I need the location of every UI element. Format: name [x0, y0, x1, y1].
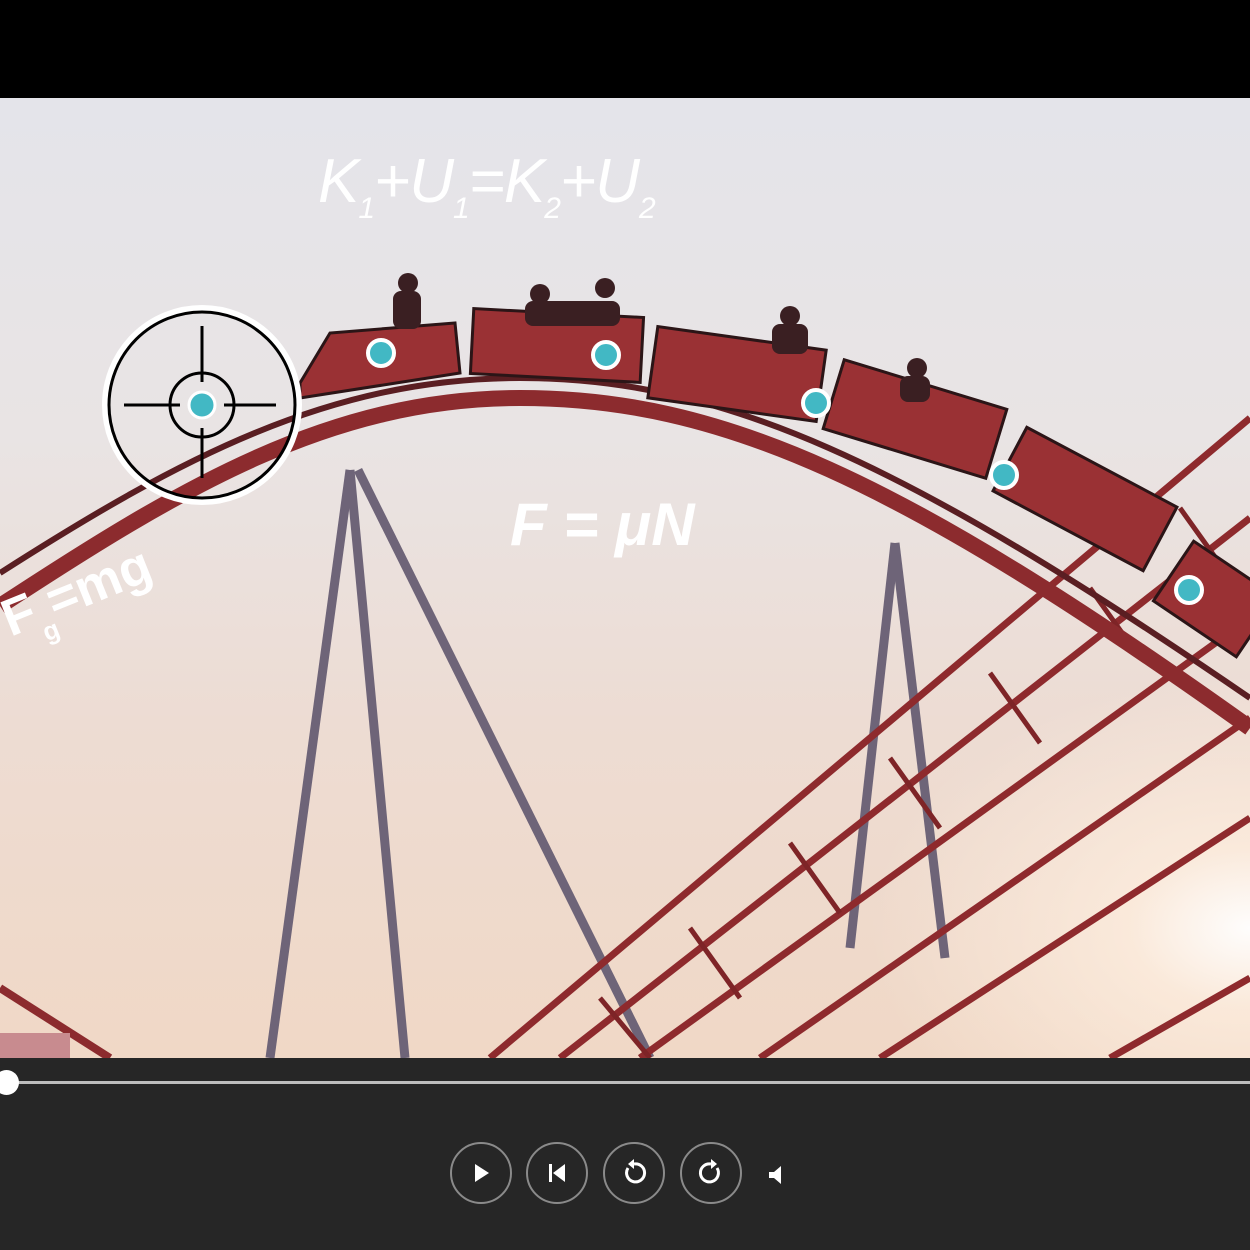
crosshair-target-icon[interactable] — [102, 305, 302, 505]
video-stage: K1+U1=K2+U2 F = μN Fg=mg — [0, 98, 1250, 1058]
timeline-track[interactable] — [6, 1081, 1250, 1084]
forward-button[interactable] — [680, 1142, 742, 1204]
roller-coaster-scene — [0, 273, 1250, 1058]
energy-equation: K1+U1=K2+U2 — [318, 147, 656, 225]
volume-icon[interactable] — [767, 1164, 787, 1186]
player-controls — [0, 1058, 1250, 1250]
timeline-scrubber[interactable] — [0, 1070, 19, 1095]
top-black-bar — [0, 0, 1250, 98]
friction-equation: F = μN — [510, 491, 695, 558]
play-icon — [475, 1164, 489, 1182]
restart-icon — [549, 1164, 565, 1182]
rewind-button[interactable] — [603, 1142, 665, 1204]
play-button[interactable] — [450, 1142, 512, 1204]
forward-icon — [698, 1159, 720, 1184]
rewind-icon — [625, 1159, 647, 1184]
roof — [0, 1033, 70, 1058]
restart-button[interactable] — [526, 1142, 588, 1204]
